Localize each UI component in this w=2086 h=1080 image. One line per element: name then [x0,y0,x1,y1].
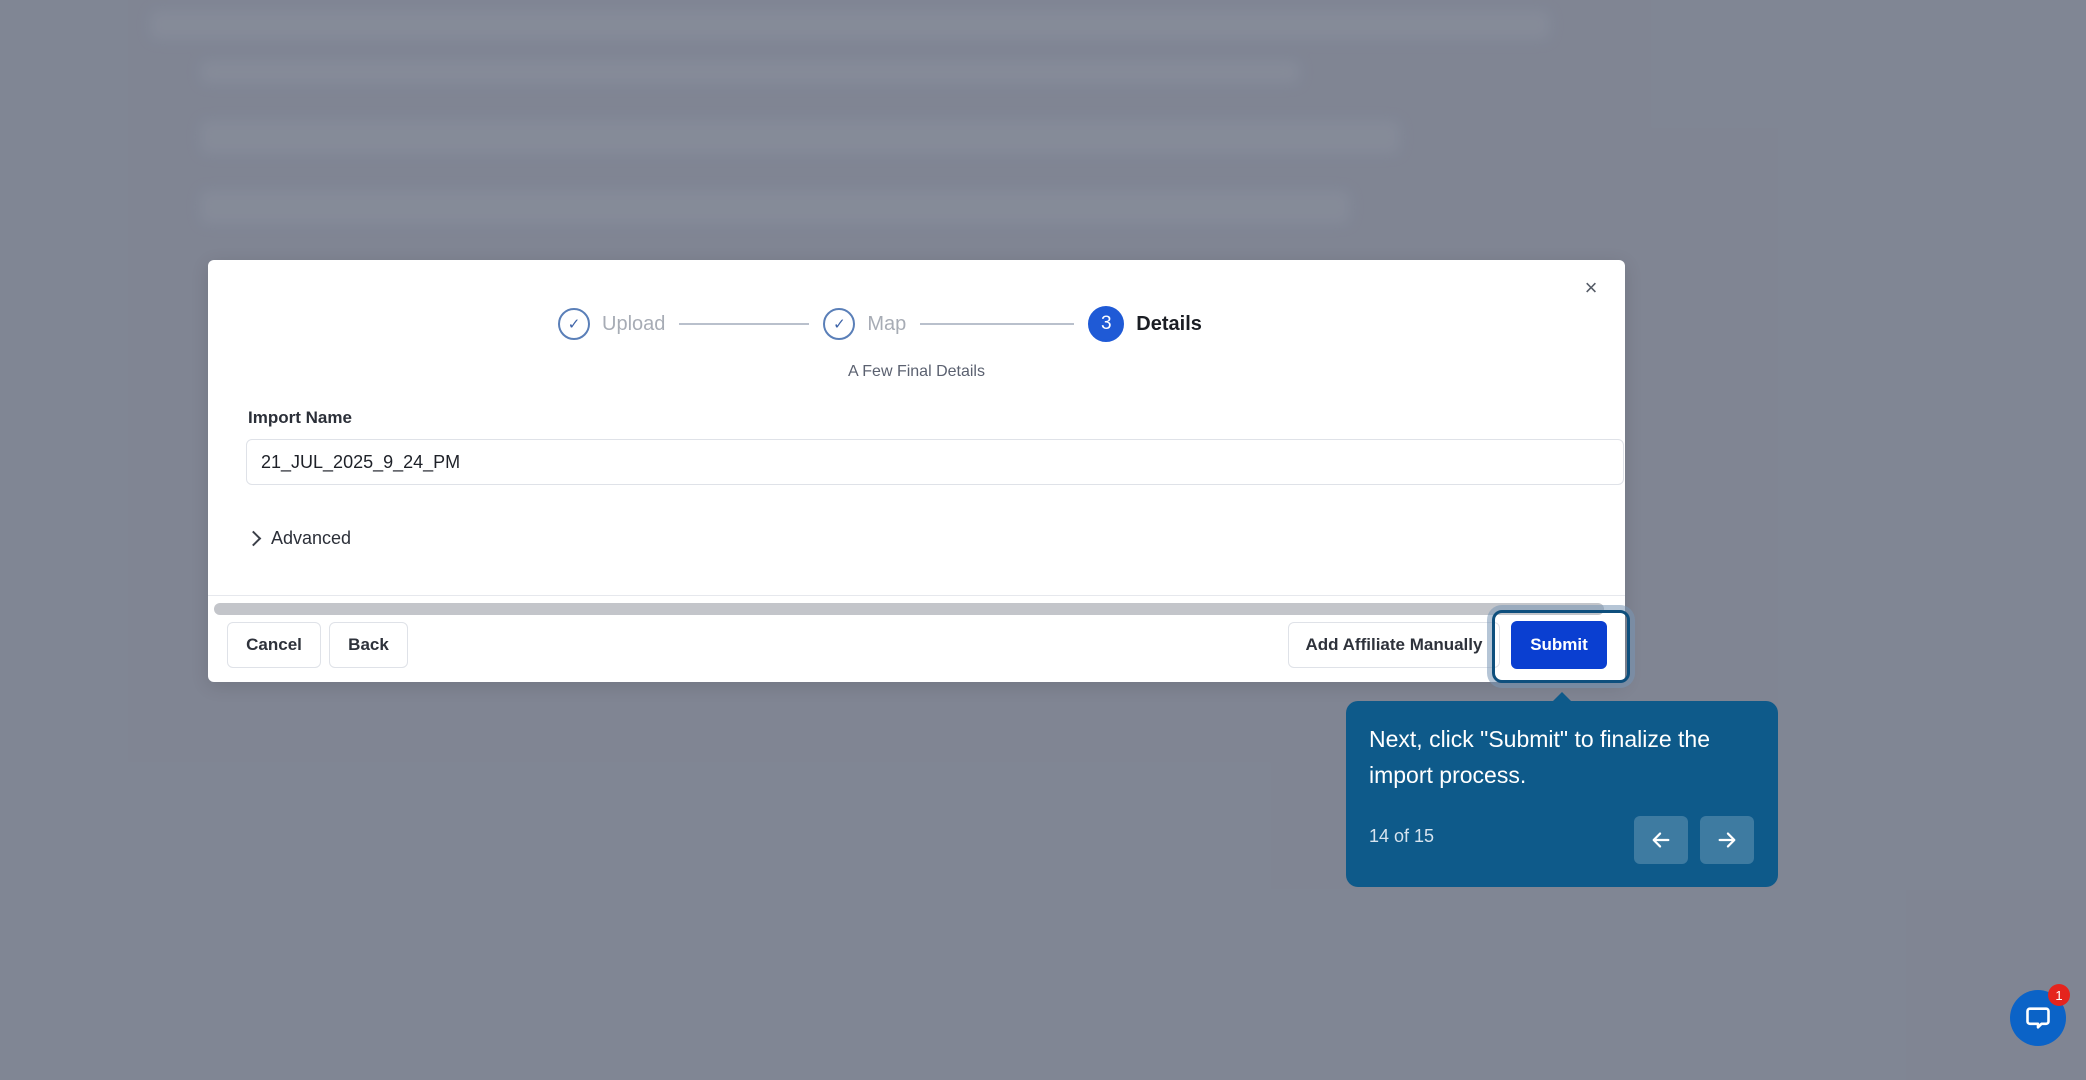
footer-divider [208,595,1625,596]
add-affiliate-manually-button[interactable]: Add Affiliate Manually [1288,622,1500,668]
stepper: ✓ Upload ✓ Map 3 Details [558,306,1202,342]
advanced-toggle[interactable]: Advanced [245,528,352,549]
chat-notification-badge: 1 [2048,984,2070,1006]
advanced-label: Advanced [271,528,352,548]
cancel-button[interactable]: Cancel [227,622,321,668]
step-connector [920,323,1075,325]
page: × ✓ Upload ✓ Map 3 Details A Few Final D… [0,0,2086,1080]
arrow-right-icon [1718,832,1736,848]
submit-button[interactable]: Submit [1511,621,1607,669]
scrollbar-thumb[interactable] [214,603,1604,615]
import-name-label: Import Name [248,408,352,427]
chevron-right-icon [245,530,262,547]
check-icon: ✓ [823,308,856,340]
step-number: 3 [1088,306,1125,342]
step-label: Map [867,312,907,335]
step-subtitle: A Few Final Details [848,363,985,380]
tour-prev-button[interactable] [1634,816,1688,864]
step-connector [679,323,810,325]
close-icon[interactable]: × [1579,276,1603,300]
import-name-input[interactable] [246,439,1624,485]
tour-next-button[interactable] [1700,816,1754,864]
arrow-left-icon [1652,832,1670,848]
step-details: 3 Details [1088,306,1202,342]
step-map: ✓ Map [823,308,906,340]
back-button[interactable]: Back [329,622,408,668]
horizontal-scrollbar[interactable] [214,602,1620,616]
step-label: Upload [602,312,666,335]
step-label: Details [1136,312,1202,335]
check-icon: ✓ [558,308,590,340]
tour-message: Next, click "Submit" to finalize the imp… [1369,726,1711,788]
tour-progress: 14 of 15 [1369,826,1435,846]
tour-tooltip: Next, click "Submit" to finalize the imp… [1346,692,1778,887]
import-modal: × ✓ Upload ✓ Map 3 Details A Few Final D… [208,260,1625,682]
chat-icon [2026,1007,2050,1029]
step-upload: ✓ Upload [558,308,665,340]
